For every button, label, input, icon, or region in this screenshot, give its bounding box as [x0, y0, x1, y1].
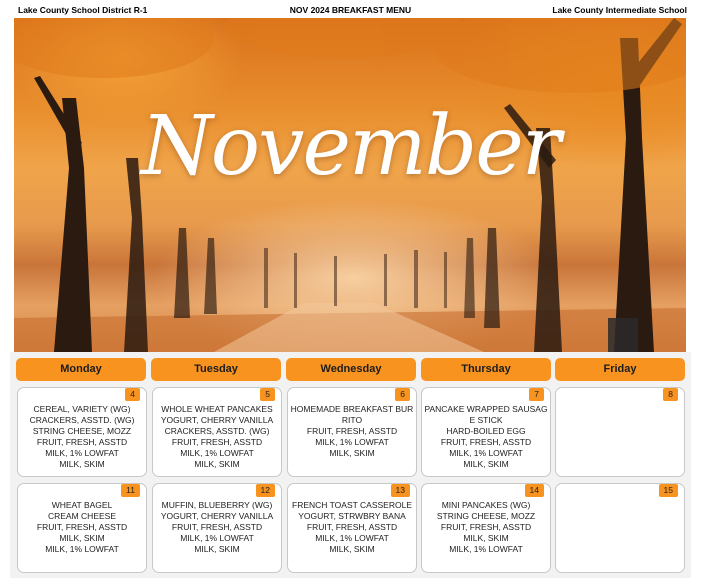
day-header-wednesday: Wednesday [286, 358, 416, 381]
menu-item: MILK, 1% LOWFAT [180, 448, 254, 458]
date-badge: 8 [663, 388, 678, 401]
menu-item: MILK, SKIM [194, 459, 240, 469]
menu-item: MILK, SKIM [194, 544, 240, 554]
menu-item: WHOLE WHEAT PANCAKES [161, 404, 273, 414]
date-badge: 7 [529, 388, 544, 401]
menu-item: FRUIT, FRESH, ASSTD [171, 522, 263, 532]
day-cell: 7 PANCAKE WRAPPED SAUSAGE STICK HARD-BOI… [421, 387, 551, 477]
menu-item: FRUIT, FRESH, ASSTD [306, 522, 398, 532]
school-name: Lake County Intermediate School [552, 5, 687, 15]
menu-item: MILK, 1% LOWFAT [449, 448, 523, 458]
menu-item: STRING CHEESE, MOZZ [436, 511, 536, 521]
menu-items: WHOLE WHEAT PANCAKES YOGURT, CHERRY VANI… [155, 404, 279, 470]
menu-item: PANCAKE WRAPPED SAUSAGE STICK [424, 404, 548, 425]
menu-items: WHEAT BAGEL CREAM CHEESE FRUIT, FRESH, A… [20, 500, 144, 555]
date-badge: 4 [125, 388, 140, 401]
date-badge: 14 [524, 484, 544, 497]
menu-item: MILK, SKIM [59, 459, 105, 469]
menu-item: MILK, SKIM [329, 448, 375, 458]
day-header-monday: Monday [16, 358, 146, 381]
menu-item: FRUIT, FRESH, ASSTD [440, 522, 532, 532]
day-cell: 11 WHEAT BAGEL CREAM CHEESE FRUIT, FRESH… [17, 483, 147, 573]
menu-item: FRUIT, FRESH, ASSTD [36, 437, 128, 447]
menu-item: FRENCH TOAST CASSEROLE [292, 500, 412, 510]
menu-item: MILK, 1% LOWFAT [315, 437, 389, 447]
day-cell: 12 MUFFIN, BLUEBERRY (WG) YOGURT, CHERRY… [152, 483, 282, 573]
date-badge: 6 [395, 388, 410, 401]
menu-item: CREAM CHEESE [47, 511, 116, 521]
menu-item: MILK, 1% LOWFAT [45, 544, 119, 554]
menu-item: FRUIT, FRESH, ASSTD [306, 426, 398, 436]
menu-item: YOGURT, STRWBRY BANA [298, 511, 406, 521]
day-cell: 6 HOMEMADE BREAKFAST BURRITO FRUIT, FRES… [287, 387, 417, 477]
menu-items: FRENCH TOAST CASSEROLE YOGURT, STRWBRY B… [290, 500, 414, 555]
menu-item: FRUIT, FRESH, ASSTD [36, 522, 128, 532]
date-badge: 13 [390, 484, 410, 497]
menu-item: YOGURT, CHERRY VANILLA [160, 511, 274, 521]
menu-items: MINI PANCAKES (WG) STRING CHEESE, MOZZ F… [424, 500, 548, 555]
menu-item: MILK, SKIM [463, 533, 509, 543]
menu-item: MILK, SKIM [463, 459, 509, 469]
menu-item: FRUIT, FRESH, ASSTD [440, 437, 532, 447]
menu-item: CRACKERS, ASSTD. (WG) [164, 426, 270, 436]
breakfast-calendar: Monday Tuesday Wednesday Thursday Friday… [10, 352, 691, 578]
day-header-thursday: Thursday [421, 358, 551, 381]
date-badge: 5 [260, 388, 275, 401]
day-cell: 15 [555, 483, 685, 573]
day-header-tuesday: Tuesday [151, 358, 281, 381]
menu-items: PANCAKE WRAPPED SAUSAGE STICK HARD-BOILE… [424, 404, 548, 470]
menu-item: MUFFIN, BLUEBERRY (WG) [161, 500, 273, 510]
menu-item: FRUIT, FRESH, ASSTD [171, 437, 263, 447]
menu-item: HARD-BOILED EGG [446, 426, 526, 436]
menu-item: MILK, SKIM [59, 533, 105, 543]
date-badge: 15 [658, 484, 678, 497]
menu-item: MILK, 1% LOWFAT [180, 533, 254, 543]
menu-item: MILK, 1% LOWFAT [315, 533, 389, 543]
day-header-friday: Friday [555, 358, 685, 381]
menu-item: MILK, SKIM [329, 544, 375, 554]
menu-item: CRACKERS, ASSTD. (WG) [29, 415, 135, 425]
menu-items: HOMEMADE BREAKFAST BURRITO FRUIT, FRESH,… [290, 404, 414, 459]
day-cell: 4 CEREAL, VARIETY (WG) CRACKERS, ASSTD. … [17, 387, 147, 477]
month-title: November [141, 99, 561, 194]
page-header: Lake County School District R-1 NOV 2024… [0, 0, 701, 18]
menu-item: WHEAT BAGEL [51, 500, 113, 510]
menu-item: STRING CHEESE, MOZZ [32, 426, 132, 436]
menu-item: CEREAL, VARIETY (WG) [33, 404, 131, 414]
menu-item: YOGURT, CHERRY VANILLA [160, 415, 274, 425]
day-cell: 14 MINI PANCAKES (WG) STRING CHEESE, MOZ… [421, 483, 551, 573]
menu-item: MINI PANCAKES (WG) [441, 500, 531, 510]
menu-items: CEREAL, VARIETY (WG) CRACKERS, ASSTD. (W… [20, 404, 144, 470]
menu-item: MILK, 1% LOWFAT [45, 448, 119, 458]
date-badge: 11 [121, 484, 140, 497]
menu-item: MILK, 1% LOWFAT [449, 544, 523, 554]
day-cell: 8 [555, 387, 685, 477]
autumn-hero-image: November [14, 18, 686, 352]
menu-item: HOMEMADE BREAKFAST BURRITO [290, 404, 414, 425]
day-cell: 13 FRENCH TOAST CASSEROLE YOGURT, STRWBR… [287, 483, 417, 573]
menu-items: MUFFIN, BLUEBERRY (WG) YOGURT, CHERRY VA… [155, 500, 279, 555]
day-cell: 5 WHOLE WHEAT PANCAKES YOGURT, CHERRY VA… [152, 387, 282, 477]
date-badge: 12 [255, 484, 275, 497]
